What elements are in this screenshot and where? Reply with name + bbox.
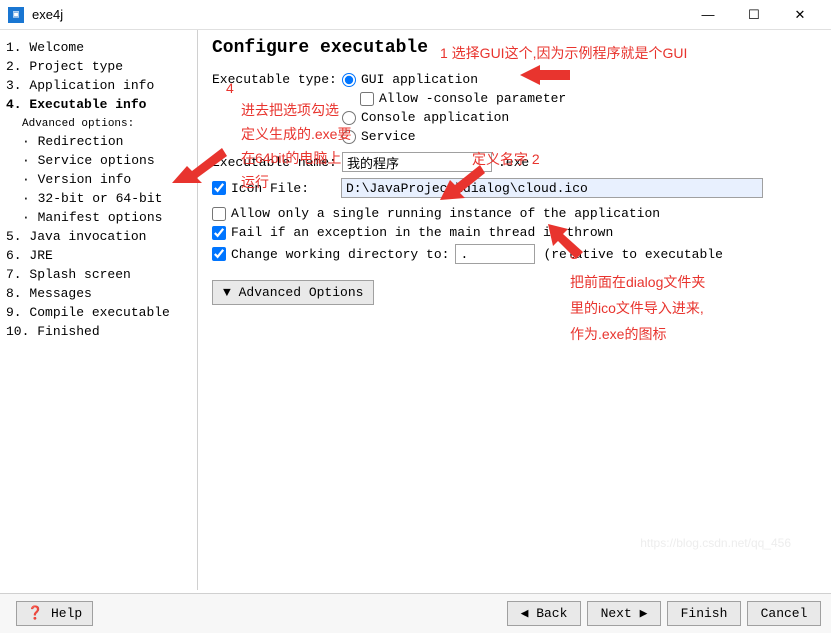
step-sidebar: 1. Welcome 2. Project type 3. Applicatio… [0,30,198,590]
step-application-info[interactable]: 3. Application info [6,76,193,95]
check-change-wd-label: Change working directory to: [231,247,449,262]
step-finished[interactable]: 10. Finished [6,322,193,341]
exec-name-label: Executable name: [212,155,342,170]
check-allow-console-label: Allow -console parameter [379,91,566,106]
substep-service-options[interactable]: · Service options [6,151,193,170]
check-change-wd[interactable] [212,247,226,261]
icon-file-label: Icon File: [231,181,341,196]
advanced-options-button[interactable]: ▼ Advanced Options [212,280,374,305]
radio-service-label: Service [361,129,416,144]
radio-console-application[interactable] [342,111,356,125]
substep-redirection[interactable]: · Redirection [6,132,193,151]
check-allow-console[interactable] [360,92,374,106]
step-project-type[interactable]: 2. Project type [6,57,193,76]
exec-name-input[interactable] [342,152,492,172]
step-compile-executable[interactable]: 9. Compile executable [6,303,193,322]
step-messages[interactable]: 8. Messages [6,284,193,303]
page-title: Configure executable [212,38,815,58]
substep-32-64-bit[interactable]: · 32-bit or 64-bit [6,189,193,208]
exec-type-label: Executable type: [212,72,342,87]
wd-input[interactable] [455,244,535,264]
step-java-invocation[interactable]: 5. Java invocation [6,227,193,246]
step-executable-info[interactable]: 4. Executable info [6,95,193,114]
radio-gui-application[interactable] [342,73,356,87]
back-button[interactable]: ◀ Back [507,601,581,626]
window-title: exe4j [32,7,685,22]
radio-console-label: Console application [361,110,509,125]
substep-version-info[interactable]: · Version info [6,170,193,189]
check-fail-exception-label: Fail if an exception in the main thread … [231,225,613,240]
check-single-instance-label: Allow only a single running instance of … [231,206,660,221]
close-button[interactable]: ✕ [777,0,823,30]
radio-service[interactable] [342,130,356,144]
minimize-button[interactable]: — [685,0,731,30]
check-single-instance[interactable] [212,207,226,221]
icon-file-input[interactable] [341,178,763,198]
step-jre[interactable]: 6. JRE [6,246,193,265]
step-welcome[interactable]: 1. Welcome [6,38,193,57]
help-button[interactable]: ❓ Help [16,601,93,626]
finish-button[interactable]: Finish [667,601,741,626]
exec-name-suffix: .exe [498,155,529,170]
substep-manifest-options[interactable]: · Manifest options [6,208,193,227]
check-fail-exception[interactable] [212,226,226,240]
next-button[interactable]: Next ▶ [587,601,661,626]
cancel-button[interactable]: Cancel [747,601,821,626]
maximize-button[interactable]: ☐ [731,0,777,30]
check-icon-file[interactable] [212,181,226,195]
watermark-url: https://blog.csdn.net/qq_456 [640,536,791,550]
wd-suffix: (relative to executable [543,247,722,262]
radio-gui-label: GUI application [361,72,478,87]
app-icon: ▣ [8,7,24,23]
step-splash-screen[interactable]: 7. Splash screen [6,265,193,284]
advanced-options-label: Advanced options: [6,114,193,132]
